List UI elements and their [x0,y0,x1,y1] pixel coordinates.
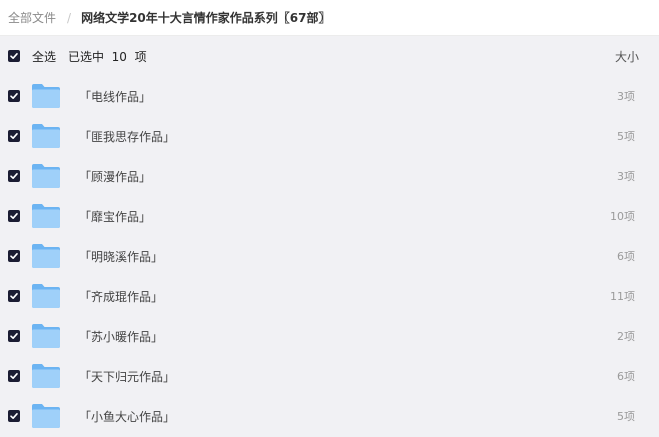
breadcrumb-separator: / [67,10,72,25]
checkmark-icon [10,333,18,339]
breadcrumb-current-folder: 网络文学20年十大言情作家作品系列〖67部〗 [81,11,331,25]
item-checkbox[interactable] [8,330,20,342]
selection-count: 已选中 10 项 [68,48,147,65]
item-checkbox[interactable] [8,290,20,302]
folder-icon [32,164,60,188]
item-checkbox[interactable] [8,210,20,222]
item-name[interactable]: 「明晓溪作品」 [79,248,163,265]
folder-icon [32,284,60,308]
folder-icon [32,404,60,428]
select-all-checkbox[interactable] [8,50,20,62]
checkmark-icon [10,253,18,259]
list-item[interactable]: 「靡宝作品」 10项 [0,196,659,236]
list-header: 全选 已选中 10 项 大小 [0,36,659,76]
item-checkbox[interactable] [8,370,20,382]
list-item[interactable]: 「顾漫作品」 3项 [0,156,659,196]
item-checkbox[interactable] [8,410,20,422]
item-size: 6项 [617,250,635,263]
item-size: 3项 [617,90,635,103]
checkmark-icon [10,173,18,179]
folder-icon [32,324,60,348]
checkmark-icon [10,373,18,379]
item-size: 10项 [610,210,635,223]
select-all-label[interactable]: 全选 [32,48,56,65]
folder-icon [32,124,60,148]
item-name[interactable]: 「靡宝作品」 [79,208,151,225]
item-name[interactable]: 「天下归元作品」 [79,368,175,385]
list-item[interactable]: 「电线作品」 3项 [0,76,659,116]
item-size: 6项 [617,370,635,383]
list-item[interactable]: 「苏小暖作品」 2项 [0,316,659,356]
list-item[interactable]: 「齐成琨作品」 11项 [0,276,659,316]
item-name[interactable]: 「顾漫作品」 [79,168,151,185]
folder-icon [32,84,60,108]
item-size: 5项 [617,130,635,143]
folder-icon [32,364,60,388]
file-rows: 「电线作品」 3项 「匪我思存作品」 5项 「顾漫作品」 3项 「靡宝作品」 1… [0,76,659,436]
selected-label: 已选中 [68,49,105,64]
list-item[interactable]: 「明晓溪作品」 6项 [0,236,659,276]
item-checkbox[interactable] [8,170,20,182]
size-column-header[interactable]: 大小 [615,48,639,65]
list-item[interactable]: 「匪我思存作品」 5项 [0,116,659,156]
list-item[interactable]: 「天下归元作品」 6项 [0,356,659,396]
item-name[interactable]: 「小鱼大心作品」 [79,408,175,425]
checkmark-icon [10,93,18,99]
breadcrumb-root-link[interactable]: 全部文件 [8,9,56,26]
item-size: 5项 [617,410,635,423]
selected-count-value: 10 [111,49,127,64]
selected-count-unit: 项 [134,49,147,64]
checkmark-icon [10,413,18,419]
item-size: 3项 [617,170,635,183]
checkmark-icon [10,133,18,139]
item-size: 2项 [617,330,635,343]
item-size: 11项 [610,290,635,303]
item-name[interactable]: 「齐成琨作品」 [79,288,163,305]
item-checkbox[interactable] [8,250,20,262]
item-checkbox[interactable] [8,90,20,102]
item-checkbox[interactable] [8,130,20,142]
breadcrumb: 全部文件 / 网络文学20年十大言情作家作品系列〖67部〗 [0,0,659,36]
folder-icon [32,244,60,268]
item-name[interactable]: 「苏小暖作品」 [79,328,163,345]
checkmark-icon [10,213,18,219]
item-name[interactable]: 「电线作品」 [79,88,151,105]
list-item[interactable]: 「小鱼大心作品」 5项 [0,396,659,436]
checkmark-icon [10,53,18,59]
item-name[interactable]: 「匪我思存作品」 [79,128,175,145]
file-list: 全选 已选中 10 项 大小 「电线作品」 3项 「匪我思存作品」 5项 「顾漫… [0,36,659,437]
checkmark-icon [10,293,18,299]
folder-icon [32,204,60,228]
file-browser: 全部文件 / 网络文学20年十大言情作家作品系列〖67部〗 全选 已选中 10 … [0,0,659,437]
